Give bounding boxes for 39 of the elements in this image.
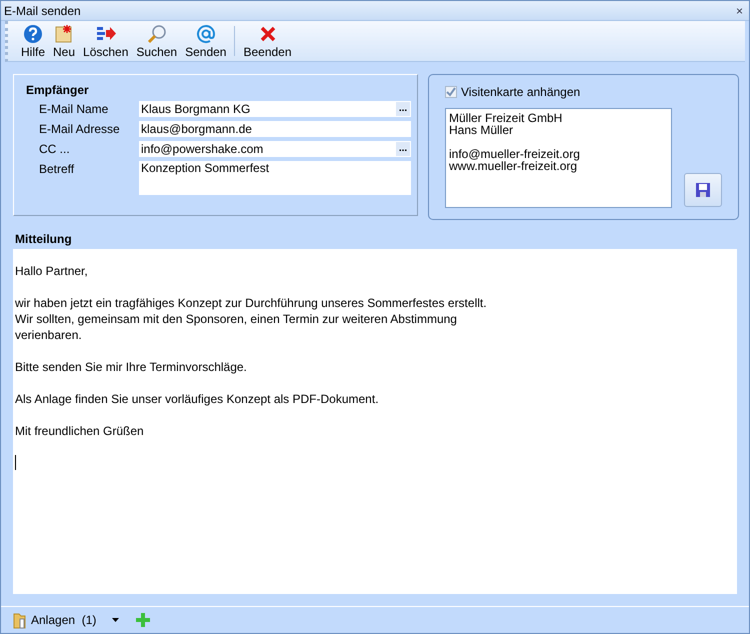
message-paragraph: Bitte senden Sie mir Ihre Terminvorschläge. <box>15 359 248 375</box>
input-field[interactable]: Konzeption Sommerfest <box>139 161 411 195</box>
field-label: E-Mail Adresse <box>39 121 121 136</box>
browse-button[interactable]: ... <box>396 102 410 116</box>
checkbox-label: Visitenkarte anhängen <box>461 85 580 99</box>
checkbox[interactable] <box>445 86 457 98</box>
field-label: Betreff <box>39 161 76 176</box>
attachments-button[interactable]: Anlagen (1) <box>13 611 96 629</box>
browse-button[interactable]: ... <box>396 142 410 156</box>
caret-icon <box>112 618 120 622</box>
message-text-area[interactable] <box>13 249 737 594</box>
add-icon[interactable] <box>135 612 152 628</box>
help-icon <box>23 24 43 44</box>
section-title: Mitteilung <box>14 231 73 248</box>
new-document-icon <box>54 24 74 44</box>
toolbar-button[interactable]: Löschen <box>80 22 132 60</box>
field-label: E-Mail Name <box>39 101 110 116</box>
window-title: E-Mail senden <box>4 4 81 18</box>
toolbar-button[interactable]: Suchen <box>133 22 180 60</box>
save-button[interactable] <box>684 173 722 207</box>
at-sign-icon <box>196 24 216 44</box>
input-field[interactable]: klaus@borgmann.de <box>139 121 411 137</box>
message-paragraph: Mit freundlichen Grüßen <box>15 423 145 439</box>
business-card-text-area[interactable]: Müller Freizeit GmbH Hans Müller info@mueller-freizeit.org www.mueller-freizeit.org <box>445 108 672 208</box>
message-paragraph: Als Anlage finden Sie unser vorläufiges Konzept als PDF-Dokument. <box>15 391 380 407</box>
field-label: CC ... <box>39 141 71 156</box>
search-icon <box>146 24 167 44</box>
toolbar-button[interactable]: Neu <box>50 22 78 60</box>
input-field[interactable]: info@powershake.com ... <box>139 141 411 157</box>
toolbar-button[interactable]: Beenden <box>240 22 295 60</box>
input-field[interactable]: Klaus Borgmann KG ... <box>139 101 411 117</box>
text-cursor <box>15 455 16 470</box>
message-paragraph: wir haben jetzt ein tragfähiges Konzept zur Durchführung unseres Sommerfestes erstellt. Wir sollten, gemeinsam mit den Sponsoren, einen Termin zur weiteren Abstimmung verienbaren. <box>15 295 488 343</box>
save-icon <box>695 182 711 198</box>
close-button[interactable]: × <box>736 4 743 18</box>
section-title: Empfänger <box>26 83 90 97</box>
toolbar-button[interactable]: Hilfe <box>18 22 48 60</box>
message-paragraph: Hallo Partner, <box>15 263 89 279</box>
toolbar-button[interactable]: Senden <box>182 22 230 60</box>
